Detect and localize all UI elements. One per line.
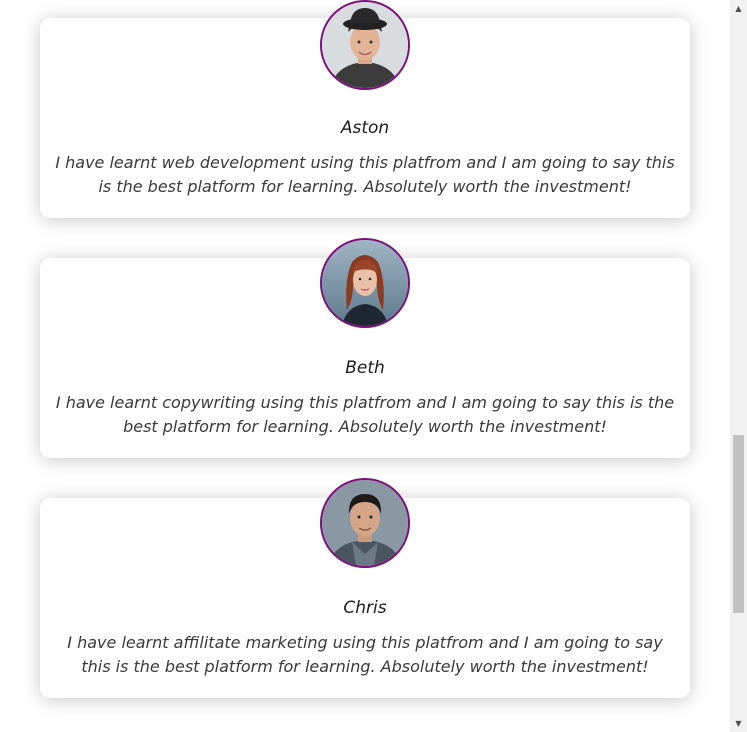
scrollbar-thumb[interactable] — [733, 435, 744, 613]
testimonial-name: Beth — [345, 358, 385, 378]
chevron-up-icon[interactable]: ▲ — [730, 0, 747, 17]
avatar-chris — [320, 478, 410, 568]
chevron-down-icon[interactable]: ▼ — [730, 715, 747, 732]
avatar-man-dark-hair-icon — [322, 480, 408, 566]
testimonials-section: Aston I have learnt web development usin… — [0, 0, 730, 732]
testimonial-quote: I have learnt affilitate marketing using… — [67, 633, 663, 676]
testimonial-quote: I have learnt copywriting using this pla… — [55, 393, 675, 436]
vertical-scrollbar[interactable]: ▲ ▼ — [730, 0, 747, 732]
avatar-woman-red-hair-icon — [322, 240, 408, 326]
testimonial-name: Aston — [340, 118, 390, 138]
avatar-aston — [320, 0, 410, 90]
testimonial-name: Chris — [343, 598, 387, 618]
avatar-young-man-hat-icon — [322, 2, 408, 88]
testimonial-quote: I have learnt web development using this… — [55, 153, 675, 196]
avatar-beth — [320, 238, 410, 328]
